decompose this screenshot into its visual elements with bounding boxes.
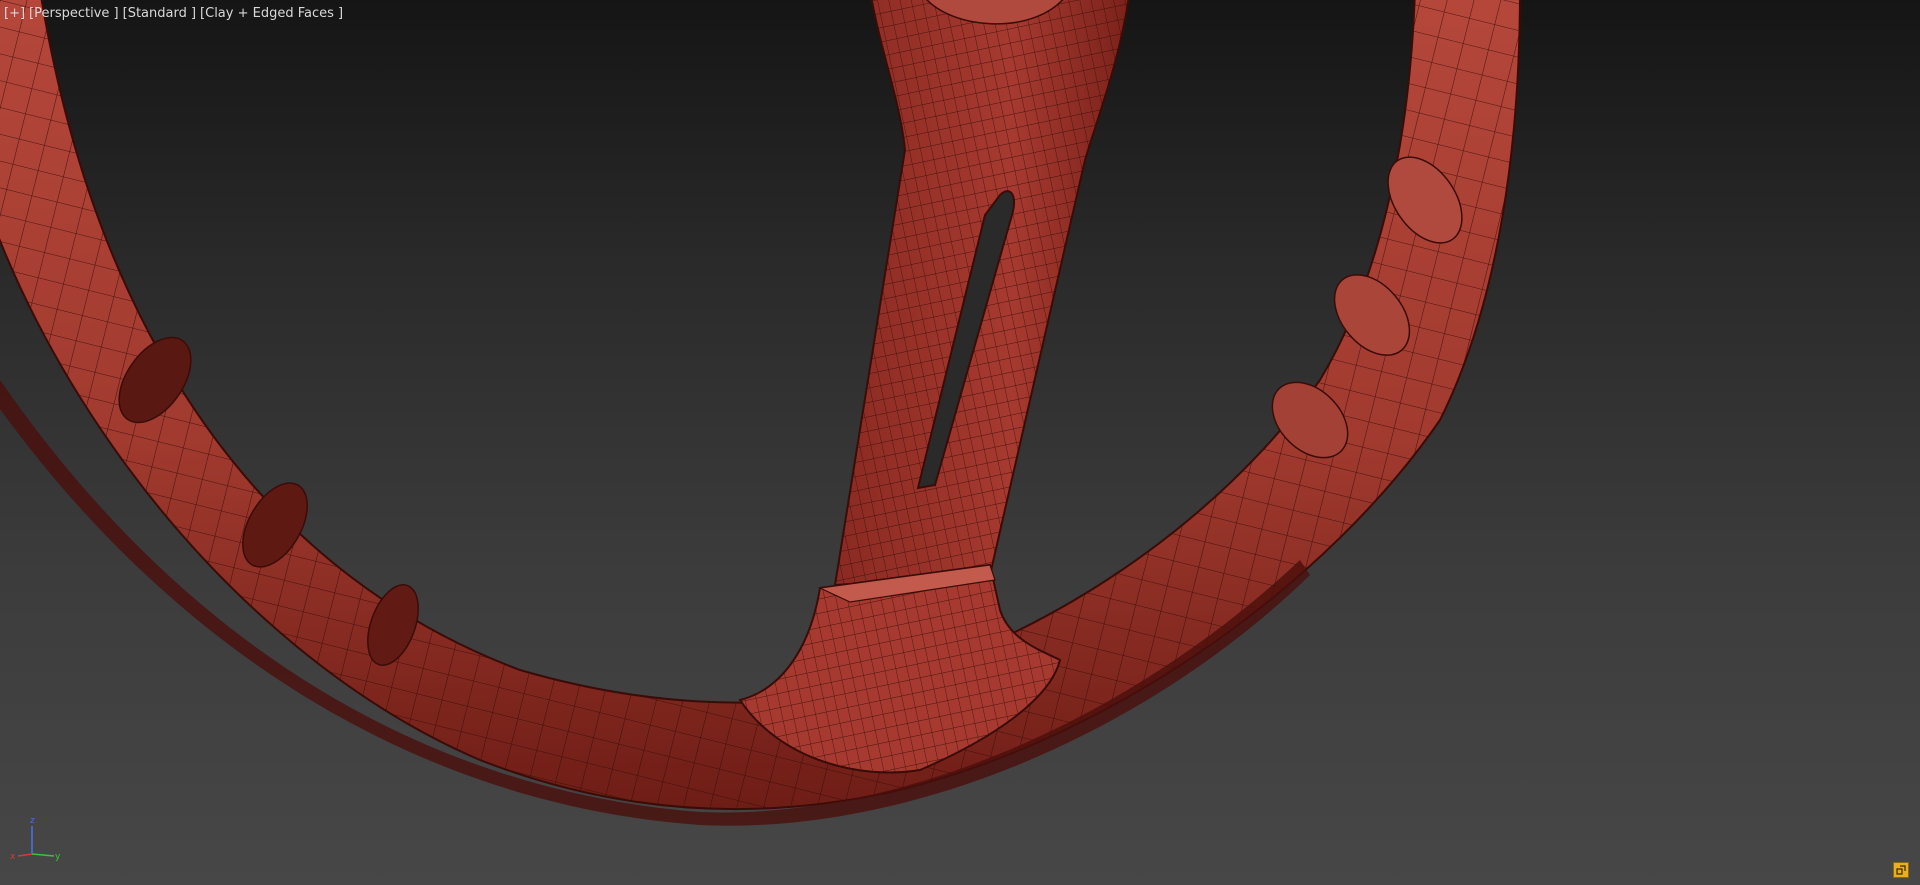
axis-z-label: z	[30, 816, 35, 826]
viewport-label-menu: [+] [Perspective ] [Standard ] [Clay + Edge…	[4, 6, 343, 21]
viewport-point-of-view-menu[interactable]: [Perspective ]	[29, 6, 119, 21]
maximize-toggle-icon	[1896, 865, 1906, 875]
viewport-maximize-button[interactable]	[1893, 862, 1909, 878]
viewport-shading-preset-menu[interactable]: [Standard ]	[123, 6, 196, 21]
viewport-general-menu[interactable]: [+]	[4, 6, 25, 21]
axis-x-label: x	[10, 852, 16, 862]
viewport-shading-mode-menu[interactable]: [Clay + Edged Faces ]	[200, 6, 343, 21]
axis-tripod: z x y	[10, 816, 61, 862]
wheel-spoke	[833, 0, 1130, 587]
perspective-viewport[interactable]: [+] [Perspective ] [Standard ] [Clay + Edge…	[0, 0, 1920, 885]
axis-y-label: y	[55, 852, 61, 862]
steering-wheel-mesh	[0, 0, 1521, 826]
